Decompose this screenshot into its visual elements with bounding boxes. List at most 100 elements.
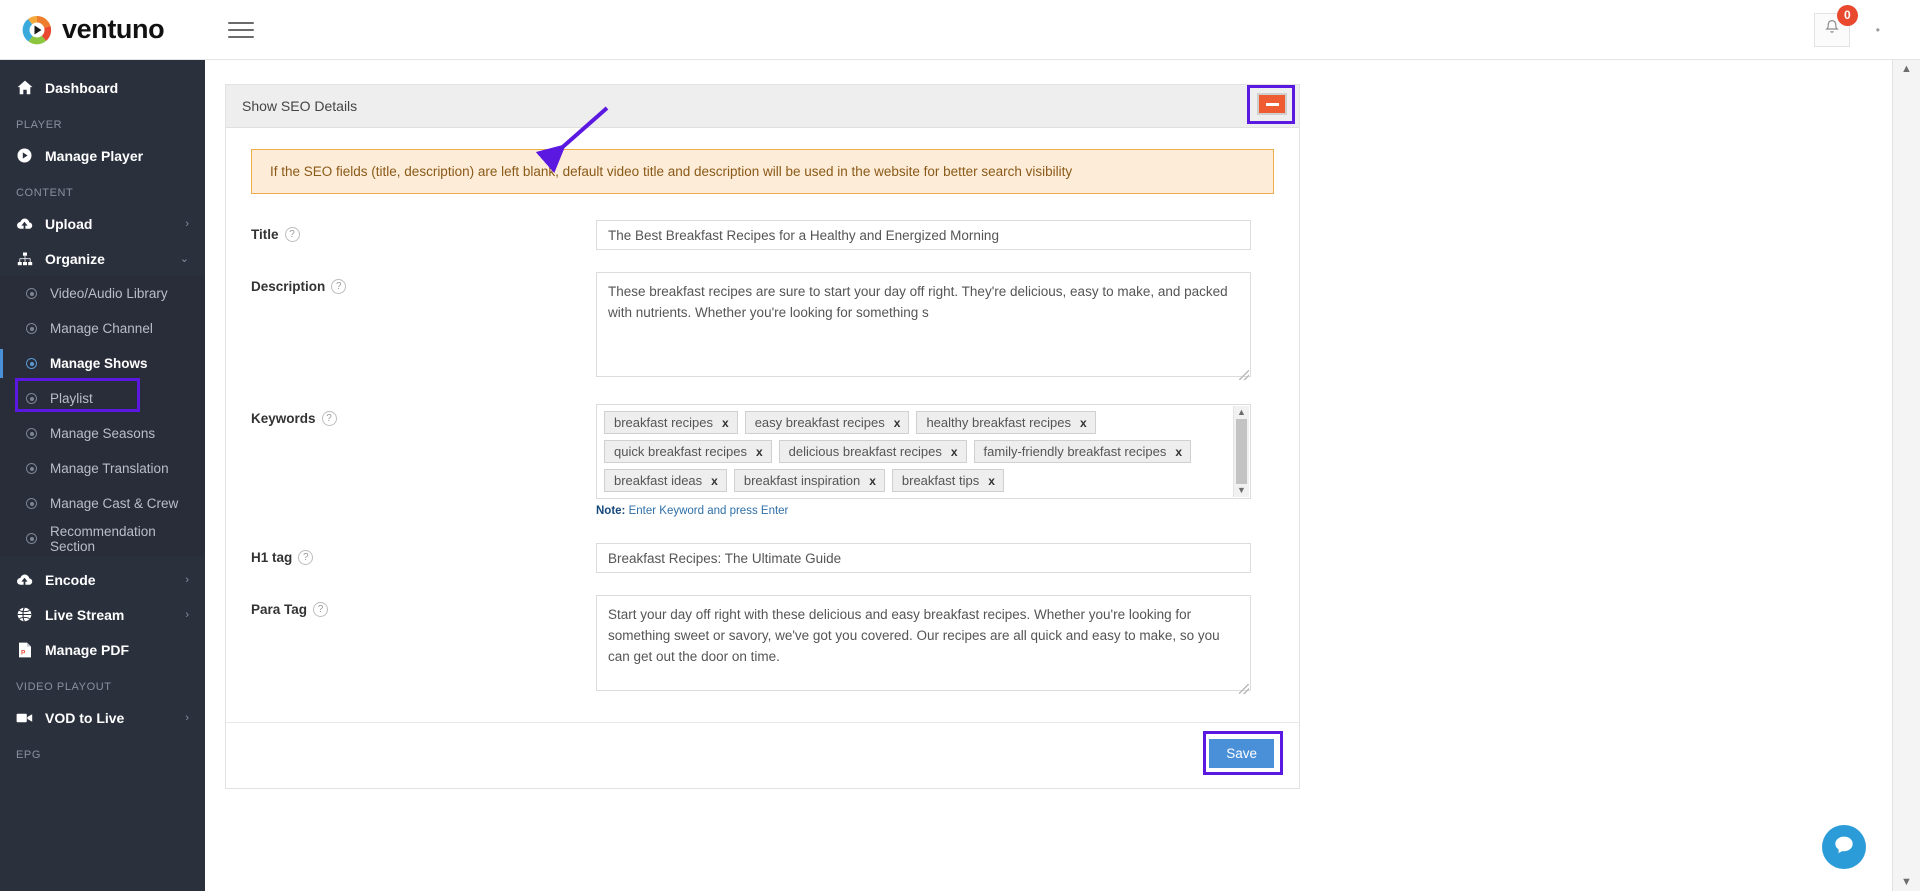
keyword-tag: quick breakfast recipes x	[604, 440, 772, 463]
chevron-down-icon: ⌄	[179, 253, 189, 265]
h1tag-label: H1 tag	[251, 550, 293, 565]
h1tag-label-group: H1 tag ?	[251, 543, 596, 565]
seo-title-input[interactable]	[596, 220, 1251, 250]
user-menu-icon[interactable]: •	[1876, 23, 1880, 37]
scroll-up-icon[interactable]: ▲	[1237, 408, 1246, 417]
help-icon[interactable]: ?	[313, 602, 329, 617]
sidebar-item-manage-seasons[interactable]: Manage Seasons	[0, 416, 205, 451]
sidebar-item-manage-cast-crew[interactable]: Manage Cast & Crew	[0, 486, 205, 521]
keyword-remove-icon[interactable]: x	[756, 445, 763, 459]
paratag-label-group: Para Tag ?	[251, 595, 596, 617]
seo-h1tag-input[interactable]	[596, 543, 1251, 573]
pdf-file-icon: P	[16, 641, 33, 658]
chevron-right-icon: ›	[185, 573, 189, 586]
keyword-remove-icon[interactable]: x	[1175, 445, 1182, 459]
keyword-remove-icon[interactable]: x	[722, 416, 729, 430]
scroll-down-icon[interactable]: ▼	[1901, 876, 1912, 888]
collapse-panel-button[interactable]	[1257, 93, 1287, 115]
resize-handle[interactable]	[1239, 370, 1249, 380]
keywords-note-prefix: Note:	[596, 505, 626, 517]
sidebar-item-manage-shows[interactable]: Manage Shows	[0, 346, 205, 381]
keyword-tag-label: breakfast inspiration	[743, 473, 861, 488]
seo-description-textarea[interactable]: These breakfast recipes are sure to star…	[596, 272, 1251, 377]
help-icon[interactable]: ?	[331, 279, 347, 294]
page-scrollbar[interactable]: ▲ ▼	[1892, 60, 1920, 891]
top-bar-right: 0 •	[1813, 4, 1920, 47]
sidebar-item-upload[interactable]: Upload ›	[0, 206, 205, 241]
notification-count-badge: 0	[1836, 4, 1858, 26]
form-row-keywords: Keywords ? breakfast recipes x easy breakf…	[251, 404, 1274, 517]
keyword-remove-icon[interactable]: x	[951, 445, 958, 459]
title-label-group: Title ?	[251, 220, 596, 242]
sidebar-item-manage-translation[interactable]: Manage Translation	[0, 451, 205, 486]
sidebar-item-label: Dashboard	[45, 79, 119, 96]
keyword-tag-label: easy breakfast recipes	[754, 415, 885, 430]
keyword-tag-label: delicious breakfast recipes	[788, 444, 942, 459]
scroll-down-icon[interactable]: ▼	[1237, 486, 1246, 495]
keyword-remove-icon[interactable]: x	[869, 474, 876, 488]
brand[interactable]: ventuno	[0, 14, 210, 45]
keyword-remove-icon[interactable]: x	[711, 474, 718, 488]
play-circle-icon	[16, 147, 33, 164]
sidebar-item-label: Manage Channel	[50, 321, 153, 336]
sidebar-item-label: Encode	[45, 571, 96, 588]
paratag-label: Para Tag	[251, 602, 308, 617]
chevron-right-icon: ›	[185, 217, 189, 230]
sidebar-item-manage-player[interactable]: Manage Player	[0, 138, 205, 173]
sidebar: Dashboard PLAYER Manage Player CONTENT U…	[0, 60, 205, 891]
sidebar-item-vod-to-live[interactable]: VOD to Live ›	[0, 700, 205, 735]
bullet-icon	[26, 498, 37, 509]
sitemap-icon	[16, 250, 33, 267]
bullet-icon	[26, 393, 37, 404]
keywords-input-box[interactable]: breakfast recipes x easy breakfast recipes…	[596, 404, 1251, 499]
bullet-icon	[26, 323, 37, 334]
keywords-field-wrap: breakfast recipes x easy breakfast recipes…	[596, 404, 1251, 517]
sidebar-item-label: Manage Seasons	[50, 426, 156, 441]
help-icon[interactable]: ?	[284, 227, 300, 242]
description-label-group: Description ?	[251, 272, 596, 294]
title-label: Title	[251, 227, 279, 242]
keyword-remove-icon[interactable]: x	[988, 474, 995, 488]
title-field-wrap	[596, 220, 1251, 250]
brand-name: ventuno	[62, 14, 165, 44]
top-bar: ventuno 0 •	[0, 0, 1920, 60]
keyword-tag: family-friendly breakfast recipes x	[973, 440, 1192, 463]
bullet-icon	[26, 288, 37, 299]
sidebar-item-label: Live Stream	[45, 606, 125, 623]
sidebar-item-playlist[interactable]: Playlist	[0, 381, 205, 416]
hamburger-icon[interactable]	[228, 21, 254, 38]
globe-icon	[16, 606, 33, 623]
help-icon[interactable]: ?	[298, 550, 314, 565]
sidebar-item-label: Manage Translation	[50, 461, 169, 476]
sidebar-item-recommendation-section[interactable]: Recommendation Section	[0, 521, 205, 556]
keyword-remove-icon[interactable]: x	[1080, 416, 1087, 430]
sidebar-item-dashboard[interactable]: Dashboard	[0, 70, 205, 105]
save-button[interactable]: Save	[1209, 739, 1274, 768]
sidebar-item-label: Manage Shows	[50, 356, 148, 371]
sidebar-section-player: PLAYER	[16, 119, 63, 131]
scroll-thumb[interactable]	[1236, 419, 1247, 484]
sidebar-item-encode[interactable]: Encode ›	[0, 562, 205, 597]
chat-support-button[interactable]	[1822, 825, 1866, 869]
panel-body: If the SEO fields (title, description) a…	[226, 128, 1299, 696]
sidebar-item-label: Manage Player	[45, 147, 144, 164]
sidebar-item-label: Playlist	[50, 391, 93, 406]
bullet-icon	[26, 428, 37, 439]
resize-handle[interactable]	[1239, 684, 1249, 694]
keyword-tag: easy breakfast recipes x	[744, 411, 910, 434]
description-field-wrap: These breakfast recipes are sure to star…	[596, 272, 1251, 382]
sidebar-item-manage-pdf[interactable]: P Manage PDF	[0, 632, 205, 667]
sidebar-item-organize[interactable]: Organize ⌄	[0, 241, 205, 276]
sidebar-item-video-audio-library[interactable]: Video/Audio Library	[0, 276, 205, 311]
keyword-remove-icon[interactable]: x	[894, 416, 901, 430]
keyword-tag-label: breakfast recipes	[614, 415, 713, 430]
scroll-up-icon[interactable]: ▲	[1901, 63, 1912, 75]
cloud-upload-icon	[16, 215, 33, 232]
sidebar-item-live-stream[interactable]: Live Stream ›	[0, 597, 205, 632]
keywords-scrollbar[interactable]: ▲ ▼	[1233, 406, 1249, 497]
notifications-button[interactable]: 0	[1813, 4, 1858, 47]
keyword-tag: breakfast recipes x	[604, 411, 738, 434]
sidebar-item-manage-channel[interactable]: Manage Channel	[0, 311, 205, 346]
seo-paratag-textarea[interactable]: Start your day off right with these deli…	[596, 595, 1251, 691]
help-icon[interactable]: ?	[321, 411, 337, 426]
